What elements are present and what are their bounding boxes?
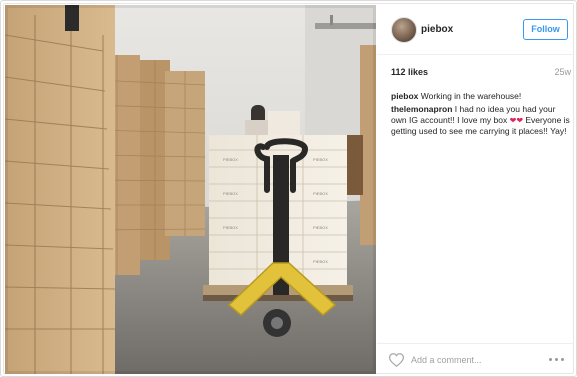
comments-section: piebox Working in the warehouse! thelemo… — [391, 91, 571, 137]
more-horizontal-icon[interactable] — [549, 358, 565, 362]
follow-button[interactable]: Follow — [523, 19, 568, 40]
box-label: PIEBOX — [223, 157, 238, 162]
caption-username[interactable]: piebox — [391, 91, 418, 101]
comment-username[interactable]: thelemonapron — [391, 104, 452, 114]
box-label: PIEBOX — [313, 259, 328, 264]
caption-text: Working in the warehouse! — [420, 91, 522, 101]
likes-count[interactable]: 112 likes — [391, 67, 428, 77]
post-card: PIEBOX PIEBOX PIEBOX PIEBOX PIEBOX PIEBO… — [0, 0, 577, 377]
heart-outline-icon[interactable] — [389, 353, 404, 367]
box-label: PIEBOX — [313, 157, 328, 162]
post-sidebar: piebox Follow 112 likes 25w piebox Worki… — [377, 5, 574, 374]
box-label: PIEBOX — [313, 191, 328, 196]
comment: thelemonapron I had no idea you had your… — [391, 104, 571, 137]
post-header: piebox Follow — [377, 5, 574, 55]
post-stats: 112 likes 25w — [391, 67, 571, 81]
avatar[interactable] — [391, 17, 417, 43]
post-footer — [377, 343, 574, 374]
box-label: PIEBOX — [223, 191, 238, 196]
post-timestamp[interactable]: 25w — [554, 67, 571, 77]
box-label: PIEBOX — [313, 225, 328, 230]
box-label: PIEBOX — [223, 225, 238, 230]
post-photo[interactable]: PIEBOX PIEBOX PIEBOX PIEBOX PIEBOX PIEBO… — [5, 5, 376, 374]
comment-input[interactable] — [411, 353, 531, 367]
warehouse-photo: PIEBOX PIEBOX PIEBOX PIEBOX PIEBOX PIEBO… — [5, 5, 376, 374]
heart-emoji: ❤❤ — [509, 116, 524, 125]
username[interactable]: piebox — [421, 24, 453, 35]
caption: piebox Working in the warehouse! — [391, 91, 571, 102]
